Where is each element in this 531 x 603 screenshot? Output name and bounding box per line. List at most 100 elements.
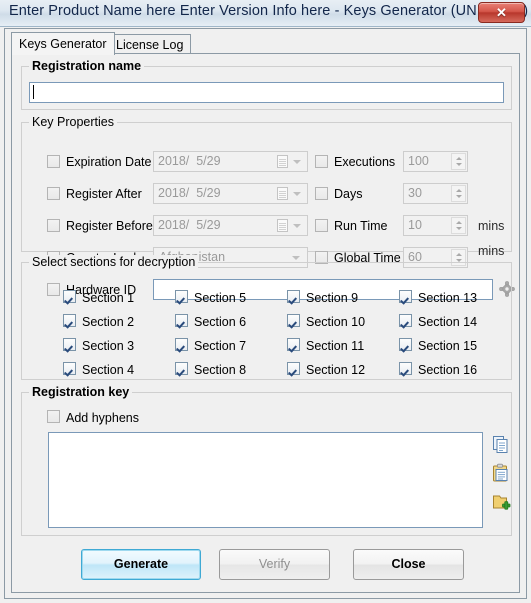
- label-section-6: Section 6: [194, 315, 247, 329]
- registration-key-group-title: Registration key: [29, 385, 133, 399]
- spinner-run-time-value: 10: [408, 218, 422, 232]
- registration-name-group-title: Registration name: [29, 59, 145, 73]
- spinner-up-icon[interactable]: [456, 157, 462, 160]
- label-section-5: Section 5: [194, 291, 247, 305]
- tab-keys-generator-label: Keys Generator: [19, 37, 107, 51]
- spinner-down-icon[interactable]: [456, 195, 462, 198]
- checkbox-section-3[interactable]: [63, 338, 76, 351]
- spinner-up-icon[interactable]: [456, 189, 462, 192]
- spinner-days[interactable]: 30: [403, 183, 468, 204]
- window-title: Enter Product Name here Enter Version In…: [9, 3, 529, 19]
- registration-key-group: Registration key Add hyphens: [21, 385, 512, 536]
- tab-license-log[interactable]: License Log: [108, 34, 192, 54]
- datepicker-register-after[interactable]: 2018/ 5/29: [153, 183, 308, 204]
- label-register-before: Register Before: [66, 219, 153, 233]
- checkbox-section-10[interactable]: [287, 314, 300, 327]
- spinner-buttons[interactable]: [451, 185, 466, 202]
- copy-icon[interactable]: [491, 434, 511, 454]
- key-properties-group: Key Properties Expiration Date 2018/ 5/2…: [21, 115, 515, 300]
- label-global-time-units: mins: [478, 244, 505, 258]
- label-executions: Executions: [334, 155, 396, 169]
- tab-page-keys-generator: Registration name Key Properties Expirat…: [11, 53, 520, 593]
- chevron-down-icon: [293, 192, 301, 196]
- verify-button[interactable]: Verify: [219, 549, 330, 580]
- checkbox-section-4[interactable]: [63, 362, 76, 375]
- spinner-executions[interactable]: 100: [403, 151, 468, 172]
- sections-group-title: Select sections for decryption: [29, 255, 199, 269]
- label-section-15: Section 15: [418, 339, 478, 353]
- label-section-13: Section 13: [418, 291, 478, 305]
- label-run-time-units: mins: [478, 219, 505, 233]
- window-body: Keys Generator License Log Registration …: [4, 28, 527, 599]
- label-section-3: Section 3: [82, 339, 135, 353]
- checkbox-section-13[interactable]: [399, 290, 412, 303]
- spinner-executions-value: 100: [408, 154, 429, 168]
- registration-name-group: Registration name: [21, 59, 512, 110]
- checkbox-executions[interactable]: [315, 155, 328, 168]
- tab-strip: Keys Generator License Log: [11, 32, 520, 55]
- label-section-2: Section 2: [82, 315, 135, 329]
- datepicker-register-before-value: 2018/ 5/29: [158, 218, 221, 232]
- spinner-up-icon[interactable]: [456, 221, 462, 224]
- label-section-8: Section 8: [194, 363, 247, 377]
- checkbox-section-12[interactable]: [287, 362, 300, 375]
- checkbox-section-8[interactable]: [175, 362, 188, 375]
- tab-license-log-label: License Log: [116, 38, 184, 52]
- checkbox-section-2[interactable]: [63, 314, 76, 327]
- checkbox-add-hyphens[interactable]: [47, 410, 60, 423]
- checkbox-expiration-date[interactable]: [47, 155, 60, 168]
- chevron-down-icon: [293, 160, 301, 164]
- sections-group: Select sections for decryption Section 1…: [21, 255, 512, 380]
- chevron-down-icon: [292, 256, 300, 260]
- label-section-4: Section 4: [82, 363, 135, 377]
- checkbox-section-6[interactable]: [175, 314, 188, 327]
- close-window-button[interactable]: ✕: [478, 2, 525, 23]
- spinner-down-icon[interactable]: [456, 163, 462, 166]
- checkbox-section-1[interactable]: [63, 290, 76, 303]
- spinner-run-time[interactable]: 10: [403, 215, 468, 236]
- spinner-buttons[interactable]: [451, 217, 466, 234]
- datepicker-expiration-date-value: 2018/ 5/29: [158, 154, 221, 168]
- checkbox-section-14[interactable]: [399, 314, 412, 327]
- label-run-time: Run Time: [334, 219, 388, 233]
- generate-button[interactable]: Generate: [81, 549, 201, 580]
- checkbox-section-15[interactable]: [399, 338, 412, 351]
- spinner-buttons[interactable]: [451, 153, 466, 170]
- datepicker-register-before[interactable]: 2018/ 5/29: [153, 215, 308, 236]
- label-section-10: Section 10: [306, 315, 366, 329]
- checkbox-register-before[interactable]: [47, 219, 60, 232]
- checkbox-section-5[interactable]: [175, 290, 188, 303]
- save-add-icon[interactable]: [491, 492, 511, 512]
- key-properties-group-title: Key Properties: [29, 115, 117, 129]
- label-section-12: Section 12: [306, 363, 366, 377]
- spinner-down-icon[interactable]: [456, 227, 462, 230]
- chevron-down-icon: [293, 224, 301, 228]
- label-section-11: Section 11: [306, 339, 365, 353]
- checkbox-run-time[interactable]: [315, 219, 328, 232]
- datepicker-expiration-date[interactable]: 2018/ 5/29: [153, 151, 308, 172]
- registration-key-textarea[interactable]: [48, 432, 483, 528]
- label-add-hyphens: Add hyphens: [66, 411, 139, 425]
- checkbox-section-16[interactable]: [399, 362, 412, 375]
- calendar-icon: [277, 219, 288, 232]
- label-section-14: Section 14: [418, 315, 478, 329]
- tab-keys-generator[interactable]: Keys Generator: [11, 32, 115, 55]
- label-register-after: Register After: [66, 187, 142, 201]
- paste-icon[interactable]: [491, 463, 511, 483]
- checkbox-section-7[interactable]: [175, 338, 188, 351]
- spinner-up-icon[interactable]: [456, 253, 462, 256]
- spinner-days-value: 30: [408, 186, 422, 200]
- label-section-7: Section 7: [194, 339, 247, 353]
- close-button[interactable]: Close: [353, 549, 464, 580]
- checkbox-section-11[interactable]: [287, 338, 300, 351]
- checkbox-register-after[interactable]: [47, 187, 60, 200]
- label-section-1: Section 1: [82, 291, 135, 305]
- checkbox-days[interactable]: [315, 187, 328, 200]
- label-expiration-date: Expiration Date: [66, 155, 152, 169]
- label-section-9: Section 9: [306, 291, 359, 305]
- calendar-icon: [277, 187, 288, 200]
- checkbox-section-9[interactable]: [287, 290, 300, 303]
- registration-name-input[interactable]: [29, 82, 504, 103]
- close-icon: ✕: [496, 5, 507, 20]
- title-bar: Enter Product Name here Enter Version In…: [0, 0, 531, 27]
